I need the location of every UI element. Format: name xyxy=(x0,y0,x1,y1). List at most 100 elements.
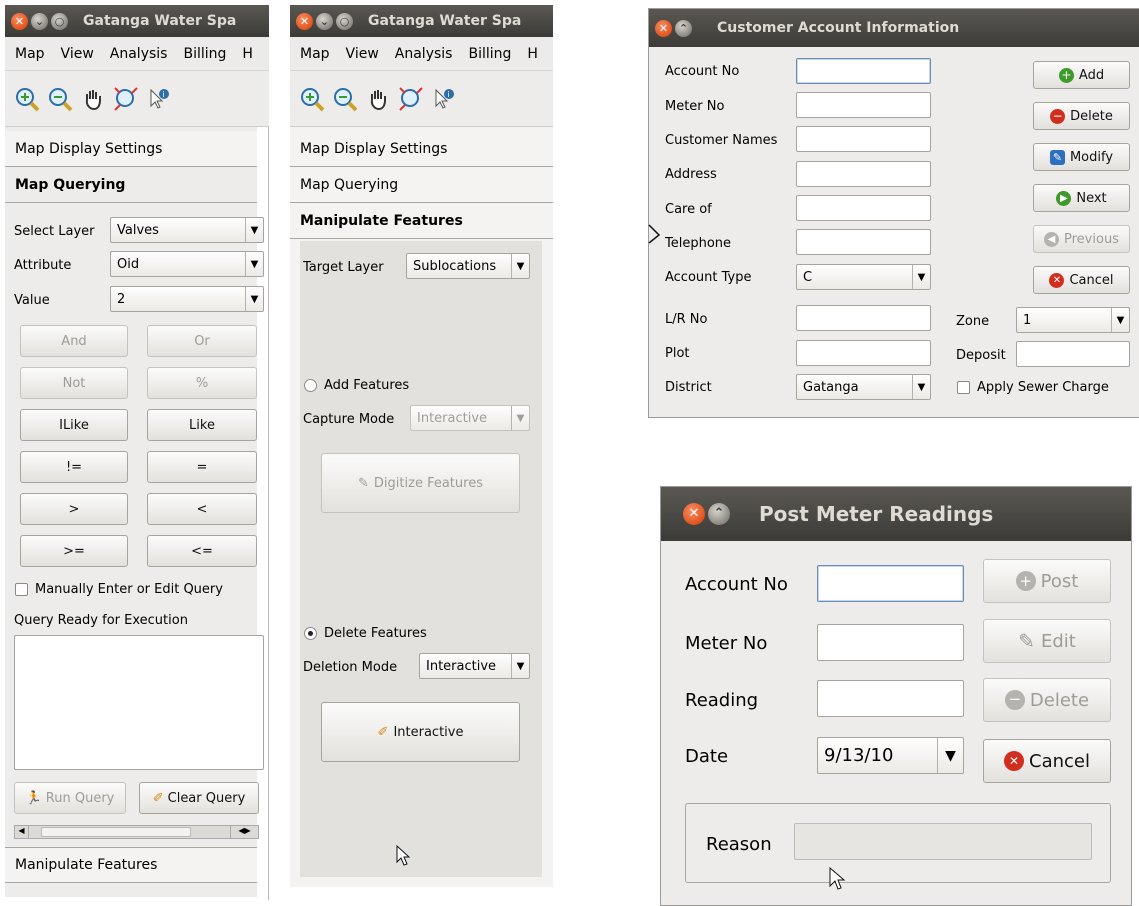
op-like-button[interactable]: Like xyxy=(147,409,257,441)
zoom-extent-icon[interactable] xyxy=(397,85,425,113)
op-less-button[interactable]: < xyxy=(147,493,257,525)
close-circle-icon: ✕ xyxy=(1049,272,1065,288)
menu-analysis[interactable]: Analysis xyxy=(102,46,176,62)
apply-sewer-checkbox[interactable] xyxy=(957,381,970,394)
op-not-equal-button[interactable]: != xyxy=(20,451,128,483)
op-equal-button[interactable]: = xyxy=(147,451,257,483)
pan-hand-icon[interactable] xyxy=(364,85,392,113)
maximize-icon[interactable]: ○ xyxy=(51,12,68,30)
zoom-in-icon[interactable] xyxy=(13,85,41,113)
scroll-thumb[interactable] xyxy=(41,827,191,837)
add-button[interactable]: + Add xyxy=(1033,61,1130,89)
customer-names-field[interactable] xyxy=(796,126,931,152)
close-icon[interactable]: ✕ xyxy=(296,12,313,30)
menu-billing[interactable]: Billing xyxy=(175,46,234,62)
account-no-field[interactable] xyxy=(817,565,964,602)
op-not-button[interactable]: Not xyxy=(20,367,128,399)
modify-button[interactable]: ✎ Modify xyxy=(1033,143,1130,171)
address-field[interactable] xyxy=(796,161,931,187)
meter-no-field[interactable] xyxy=(817,624,964,661)
op-percent-button[interactable]: % xyxy=(147,367,257,399)
clear-query-button[interactable]: ✐ Clear Query xyxy=(139,782,259,814)
run-query-button[interactable]: 🏃 Run Query xyxy=(14,782,126,814)
broom-icon: ✐ xyxy=(377,724,389,740)
district-combo[interactable]: Gatanga ▼ xyxy=(796,374,931,400)
menu-billing[interactable]: Billing xyxy=(460,46,519,62)
identify-cursor-icon[interactable]: i xyxy=(145,85,173,113)
minimize-icon[interactable]: ⌄ xyxy=(31,12,48,30)
digitize-features-button[interactable]: ✎ Digitize Features xyxy=(321,453,520,513)
menu-map[interactable]: Map xyxy=(7,46,53,62)
telephone-field[interactable] xyxy=(796,229,931,255)
op-less-equal-button[interactable]: <= xyxy=(147,535,257,567)
previous-button[interactable]: ◀ Previous xyxy=(1033,225,1130,253)
zoom-out-icon[interactable] xyxy=(331,85,359,113)
lr-no-field[interactable] xyxy=(796,305,931,331)
deletion-mode-combo[interactable]: Interactive ▼ xyxy=(419,653,530,679)
close-circle-icon: ✕ xyxy=(1004,751,1024,771)
meter-no-field[interactable] xyxy=(796,92,931,118)
reading-field[interactable] xyxy=(817,680,964,717)
delete-button[interactable]: − Delete xyxy=(983,678,1111,722)
account-no-field[interactable] xyxy=(796,58,931,84)
date-picker[interactable]: 9/13/10 ▼ xyxy=(817,737,964,774)
cancel-button[interactable]: ✕ Cancel xyxy=(1033,266,1130,294)
menu-analysis[interactable]: Analysis xyxy=(387,46,461,62)
tab-map-querying[interactable]: Map Querying xyxy=(290,167,553,203)
value-combo[interactable]: 2 ▼ xyxy=(110,286,264,312)
resize-cursor-icon xyxy=(648,224,661,244)
op-or-button[interactable]: Or xyxy=(147,325,257,357)
delete-features-label: Delete Features xyxy=(324,626,427,641)
interactive-button[interactable]: ✐ Interactive xyxy=(321,702,520,762)
menu-view[interactable]: View xyxy=(338,46,387,62)
menu-view[interactable]: View xyxy=(53,46,102,62)
plot-field[interactable] xyxy=(796,340,931,366)
op-ilike-button[interactable]: ILike xyxy=(20,409,128,441)
tab-map-display-settings[interactable]: Map Display Settings xyxy=(5,131,257,167)
cancel-button[interactable]: ✕ Cancel xyxy=(983,739,1111,783)
title-bar: ✕ ⌄ ○ Gatanga Water Spa xyxy=(290,5,553,37)
menu-help[interactable]: H xyxy=(234,46,261,62)
tab-map-display-settings[interactable]: Map Display Settings xyxy=(290,131,553,167)
tab-map-querying[interactable]: Map Querying xyxy=(5,167,257,203)
target-layer-combo[interactable]: Sublocations ▼ xyxy=(406,253,530,279)
horizontal-scrollbar[interactable]: ◀ ◀▶ xyxy=(14,825,259,839)
deposit-field[interactable] xyxy=(1016,341,1130,367)
attribute-combo[interactable]: Oid ▼ xyxy=(110,251,264,277)
query-textarea[interactable] xyxy=(14,635,264,770)
tab-manipulate-features[interactable]: Manipulate Features xyxy=(5,847,257,883)
care-of-field[interactable] xyxy=(796,195,931,221)
close-icon[interactable]: ✕ xyxy=(655,19,672,37)
zoom-out-icon[interactable] xyxy=(46,85,74,113)
op-and-button[interactable]: And xyxy=(20,325,128,357)
capture-mode-combo[interactable]: Interactive ▼ xyxy=(410,405,530,431)
tab-manipulate-features[interactable]: Manipulate Features xyxy=(290,203,553,239)
identify-cursor-icon[interactable]: i xyxy=(430,85,458,113)
edit-button[interactable]: ✎ Edit xyxy=(983,619,1111,663)
reason-field[interactable] xyxy=(794,823,1092,860)
post-button[interactable]: + Post xyxy=(983,559,1111,603)
add-features-radio[interactable] xyxy=(304,379,317,392)
zoom-extent-icon[interactable] xyxy=(112,85,140,113)
op-greater-equal-button[interactable]: >= xyxy=(20,535,128,567)
close-icon[interactable]: ✕ xyxy=(683,503,705,525)
menu-help[interactable]: H xyxy=(519,46,546,62)
manual-edit-checkbox[interactable] xyxy=(15,583,28,596)
op-greater-button[interactable]: > xyxy=(20,493,128,525)
delete-button[interactable]: − Delete xyxy=(1033,102,1130,130)
next-button[interactable]: ▶ Next xyxy=(1033,184,1130,212)
pan-hand-icon[interactable] xyxy=(79,85,107,113)
zone-combo[interactable]: 1 ▼ xyxy=(1016,307,1130,333)
minimize-icon[interactable]: ⌃ xyxy=(708,503,730,525)
scroll-left-icon[interactable]: ◀ xyxy=(15,826,29,838)
close-icon[interactable]: ✕ xyxy=(11,12,28,30)
account-type-combo[interactable]: C ▼ xyxy=(796,264,931,290)
delete-features-radio[interactable] xyxy=(304,627,317,640)
minimize-icon[interactable]: ⌃ xyxy=(675,19,692,37)
select-layer-combo[interactable]: Valves ▼ xyxy=(110,217,264,243)
menu-map[interactable]: Map xyxy=(292,46,338,62)
zoom-in-icon[interactable] xyxy=(298,85,326,113)
minimize-icon[interactable]: ⌄ xyxy=(316,12,333,30)
scroll-right-icon[interactable]: ◀▶ xyxy=(230,826,258,838)
maximize-icon[interactable]: ○ xyxy=(336,12,353,30)
